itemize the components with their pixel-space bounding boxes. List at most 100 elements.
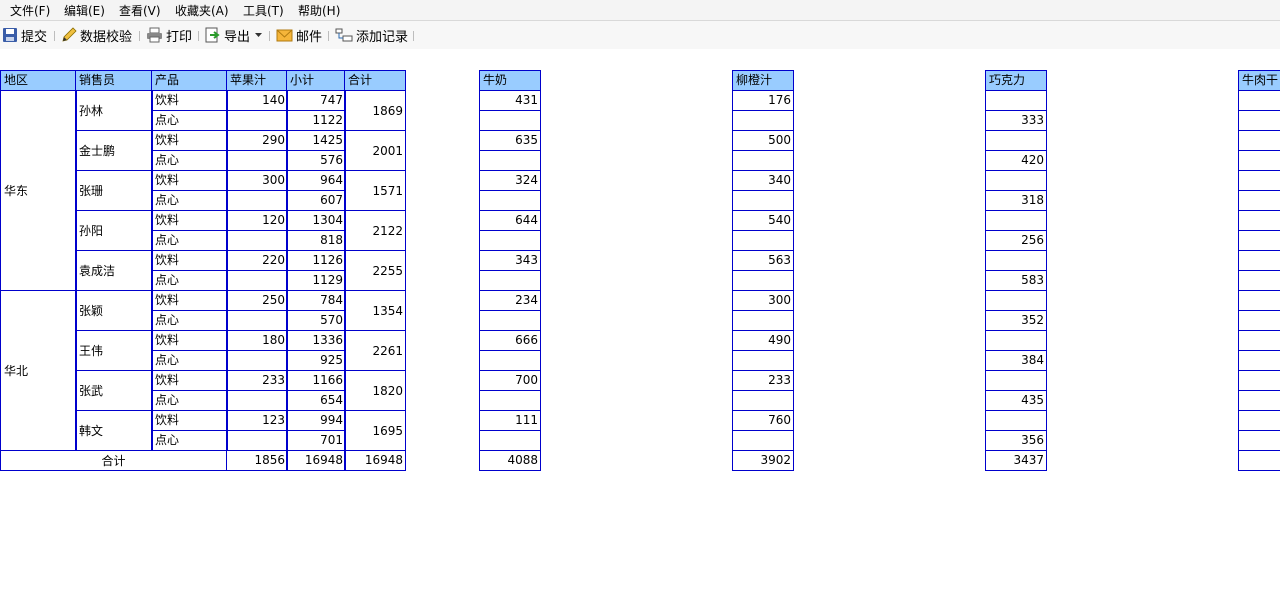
jerky-cell [1238, 430, 1280, 451]
apple-juice-cell [226, 230, 288, 251]
menu-view[interactable]: 查看(V) [119, 2, 161, 19]
save-icon [3, 28, 17, 42]
jerky-cell [1238, 370, 1280, 391]
header-apple-juice: 苹果汁 [226, 70, 288, 91]
milk-cell: 324 [479, 170, 541, 191]
chocolate-cell: 420 [985, 150, 1047, 171]
product-cell: 点心 [151, 270, 228, 291]
milk-cell: 644 [479, 210, 541, 231]
footer-total-label: 合计 [0, 450, 227, 471]
apple-juice-cell: 233 [226, 370, 288, 391]
orange-juice-cell: 563 [732, 250, 794, 271]
add-record-button[interactable]: 添加记录 [335, 26, 409, 45]
header-jerky: 牛肉干 [1238, 70, 1280, 91]
salesperson-cell: 张颖 [75, 290, 153, 331]
export-icon [205, 27, 220, 43]
product-cell: 点心 [151, 190, 228, 211]
toolbar-separator [198, 31, 199, 41]
milk-cell [479, 310, 541, 331]
subtotal-cell: 1129 [286, 270, 346, 291]
subtotal-cell: 1336 [286, 330, 346, 351]
menu-file[interactable]: 文件(F) [10, 2, 50, 19]
subtotal-cell: 576 [286, 150, 346, 171]
orange-juice-cell: 500 [732, 130, 794, 151]
region-cell: 华北 [0, 290, 77, 451]
orange-juice-cell [732, 390, 794, 411]
apple-juice-cell: 180 [226, 330, 288, 351]
apple-juice-cell [226, 190, 288, 211]
submit-button[interactable]: 提交 [2, 26, 47, 45]
salesperson-cell: 张武 [75, 370, 153, 411]
orange-juice-cell: 300 [732, 290, 794, 311]
chocolate-cell: 333 [985, 110, 1047, 131]
salesperson-cell: 孙林 [75, 90, 153, 131]
apple-juice-cell [226, 310, 288, 331]
apple-juice-cell: 220 [226, 250, 288, 271]
orange-juice-cell: 490 [732, 330, 794, 351]
jerky-cell [1238, 410, 1280, 431]
header-region: 地区 [0, 70, 77, 91]
apple-juice-cell: 120 [226, 210, 288, 231]
product-cell: 饮料 [151, 130, 228, 151]
print-label: 打印 [166, 29, 193, 45]
toolbar: 提交 数据校验 打印 导出 邮件 添加记录 [0, 21, 1280, 49]
subtotal-cell: 570 [286, 310, 346, 331]
jerky-cell [1238, 390, 1280, 411]
menu-edit[interactable]: 编辑(E) [64, 2, 105, 19]
milk-cell: 343 [479, 250, 541, 271]
menu-favorites[interactable]: 收藏夹(A) [175, 2, 229, 19]
menu-tools[interactable]: 工具(T) [243, 2, 284, 19]
toolbar-separator [54, 31, 55, 41]
jerky-cell [1238, 230, 1280, 251]
print-button[interactable]: 打印 [146, 26, 193, 45]
chocolate-cell: 256 [985, 230, 1047, 251]
subtotal-cell: 1425 [286, 130, 346, 151]
orange-juice-cell [732, 150, 794, 171]
milk-cell [479, 110, 541, 131]
chocolate-cell [985, 170, 1047, 191]
person-total-cell: 2261 [344, 330, 406, 371]
chocolate-cell: 352 [985, 310, 1047, 331]
chocolate-cell [985, 210, 1047, 231]
chevron-down-icon [255, 33, 263, 37]
orange-juice-cell: 233 [732, 370, 794, 391]
jerky-cell [1238, 310, 1280, 331]
product-cell: 点心 [151, 110, 228, 131]
footer-total: 16948 [344, 450, 406, 471]
jerky-cell [1238, 150, 1280, 171]
header-orange: 柳橙汁 [732, 70, 794, 91]
person-total-cell: 2122 [344, 210, 406, 251]
apple-juice-cell: 290 [226, 130, 288, 151]
toolbar-separator [269, 31, 270, 41]
mail-label: 邮件 [296, 29, 323, 45]
product-cell: 饮料 [151, 290, 228, 311]
chocolate-cell: 384 [985, 350, 1047, 371]
jerky-cell [1238, 130, 1280, 151]
export-button[interactable]: 导出 [205, 26, 266, 45]
jerky-cell [1238, 170, 1280, 191]
add-record-label: 添加记录 [356, 29, 409, 45]
jerky-cell [1238, 90, 1280, 111]
validate-button[interactable]: 数据校验 [61, 26, 132, 45]
salesperson-cell: 张珊 [75, 170, 153, 211]
printer-icon [147, 27, 162, 43]
milk-cell: 666 [479, 330, 541, 351]
menu-help[interactable]: 帮助(H) [298, 2, 340, 19]
milk-cell [479, 430, 541, 451]
footer-orange-juice: 3902 [732, 450, 794, 471]
product-cell: 点心 [151, 310, 228, 331]
apple-juice-cell [226, 350, 288, 371]
product-cell: 饮料 [151, 170, 228, 191]
milk-cell [479, 230, 541, 251]
mail-button[interactable]: 邮件 [276, 26, 323, 45]
person-total-cell: 1695 [344, 410, 406, 451]
subtotal-cell: 1166 [286, 370, 346, 391]
salesperson-cell: 金士鹏 [75, 130, 153, 171]
orange-juice-cell [732, 430, 794, 451]
person-total-cell: 1820 [344, 370, 406, 411]
jerky-cell [1238, 270, 1280, 291]
orange-juice-cell: 540 [732, 210, 794, 231]
region-cell: 华东 [0, 90, 77, 291]
jerky-cell [1238, 290, 1280, 311]
toolbar-separator [139, 31, 140, 41]
